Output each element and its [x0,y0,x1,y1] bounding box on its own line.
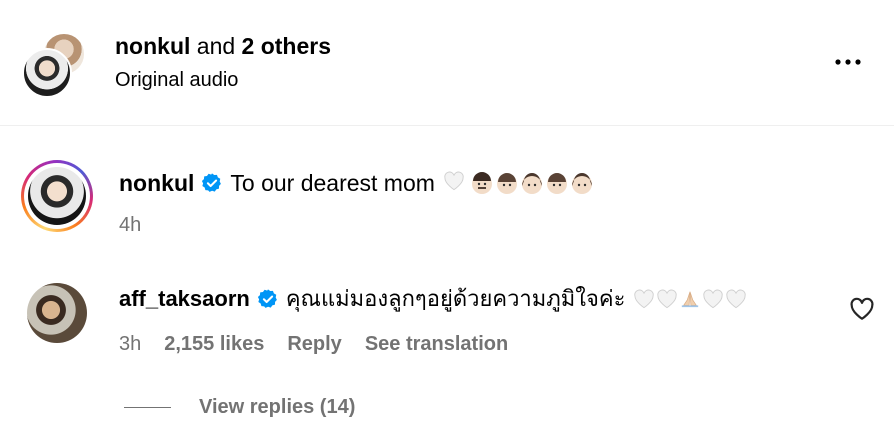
white-heart-emoji-icon [703,289,724,309]
post-header: nonkul and 2 others Original audio [0,0,894,126]
caption-text: To our dearest mom [230,170,435,196]
comment-text: คุณแม่มองลูกๆอยู่ด้วยความภูมิใจค่ะ [285,286,626,311]
caption-meta: 4h [119,212,141,238]
comment-likes-count[interactable]: 2,155 likes [164,331,264,357]
more-horizontal-icon [835,59,861,65]
collab-avatars[interactable] [22,32,86,98]
more-options-button[interactable] [826,48,870,76]
verified-badge-icon [257,289,277,308]
white-heart-emoji-icon [444,171,464,191]
comment-username[interactable]: aff_taksaorn [119,284,250,314]
girl-emoji-icon [521,173,542,194]
man-emoji-icon [471,172,492,194]
white-heart-emoji-icon [634,289,655,309]
audio-link[interactable]: Original audio [115,67,238,93]
white-heart-emoji-icon [657,289,678,309]
author-username[interactable]: nonkul [115,33,190,59]
white-heart-emoji-icon [726,289,747,309]
post-authors[interactable]: nonkul and 2 others [115,32,331,60]
caption-timestamp[interactable]: 4h [119,212,141,238]
view-replies-button[interactable]: View replies (14) [124,393,355,421]
caption-comment: nonkul To our dearest mom 4h [0,150,894,250]
reply-button[interactable]: Reply [287,331,341,357]
boy-emoji-icon [546,173,567,194]
girl-emoji-icon [571,173,592,194]
avatar [22,48,72,98]
authors-connector: and [196,33,236,59]
story-ring-avatar[interactable] [21,160,93,232]
avatar-frame [24,163,90,229]
comment-meta: 3h 2,155 likes Reply See translation [119,331,508,357]
caption-emojis [443,171,594,195]
replies-divider [124,406,171,408]
verified-badge-icon [202,173,222,192]
boy-emoji-icon [496,173,517,194]
caption-username[interactable]: nonkul [119,168,194,198]
heart-outline-icon[interactable] [849,297,875,321]
caption-line: nonkul To our dearest mom [119,168,594,198]
avatar[interactable] [27,283,87,343]
comment-timestamp[interactable]: 3h [119,331,141,357]
other-authors-link[interactable]: 2 others [242,33,331,59]
comment-line: aff_taksaorn คุณแม่มองลูกๆอยู่ด้วยความภู… [119,284,747,314]
view-replies-label: View replies (14) [199,395,356,418]
comment-item: aff_taksaorn คุณแม่มองลูกๆอยู่ด้วยความภู… [0,276,894,366]
see-translation-button[interactable]: See translation [365,331,508,357]
avatar [28,167,86,225]
comment-emojis [633,289,747,309]
folded-hands-emoji-icon [682,291,699,308]
